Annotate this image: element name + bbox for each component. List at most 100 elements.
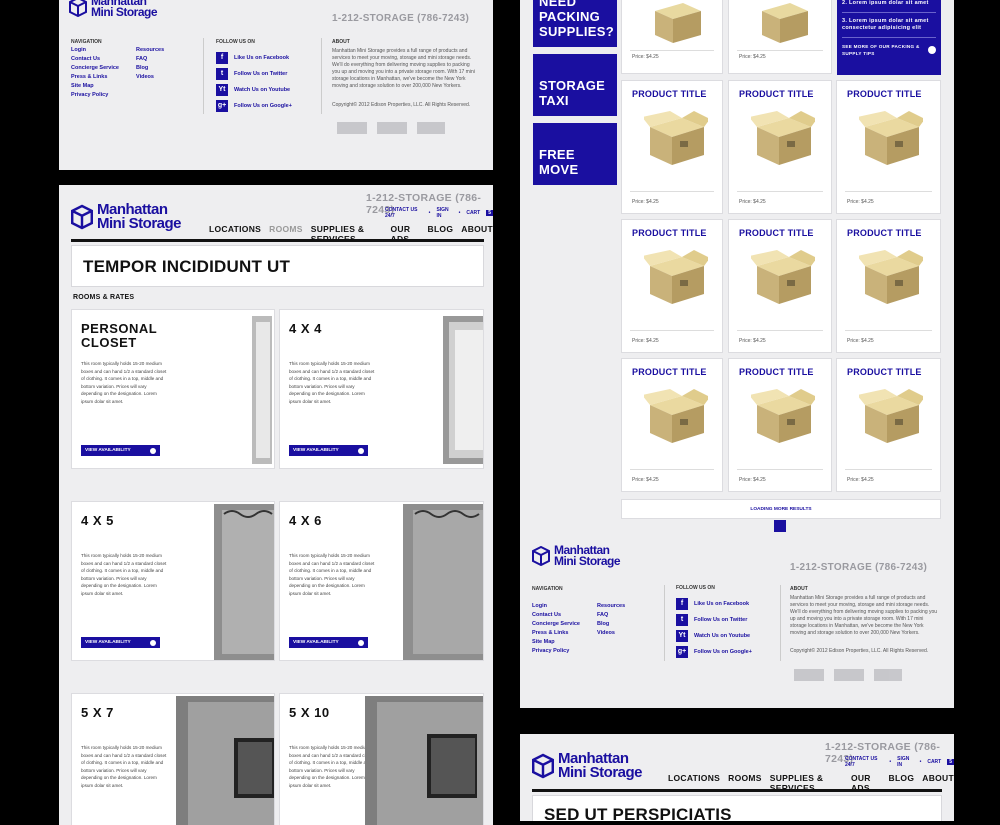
footer-link-blog[interactable]: Blog bbox=[136, 64, 164, 73]
footer-link-resources[interactable]: Resources bbox=[136, 46, 164, 55]
brand-logo[interactable]: Manhattan Mini Storage bbox=[71, 202, 182, 231]
logo-cube-icon bbox=[532, 546, 550, 567]
twitter-icon: t bbox=[676, 614, 688, 626]
product-card[interactable]: PRODUCT TITLE Price: $4.25 bbox=[621, 219, 723, 353]
footer-link-press[interactable]: Press & Links bbox=[532, 629, 580, 638]
footer-link-concierge[interactable]: Concierge Service bbox=[532, 620, 580, 629]
footer-link-sitemap[interactable]: Site Map bbox=[532, 638, 580, 647]
facebook-icon: f bbox=[676, 598, 688, 610]
footer-links-col2: Resources FAQ Blog Videos bbox=[136, 46, 164, 82]
room-name: 5 X 7 bbox=[81, 705, 114, 720]
product-card[interactable]: Price: $4.25 bbox=[728, 0, 832, 74]
product-price: Price: $4.25 bbox=[739, 199, 766, 205]
tip-item[interactable]: 3. Lorem ipsum dolar sit amet consectetu… bbox=[842, 18, 936, 32]
social-youtube[interactable]: Yt Watch Us on Youtube bbox=[676, 628, 752, 644]
about-text: Manhattan Mini Storage provides a full r… bbox=[790, 595, 938, 636]
brand-logo[interactable]: Manhattan Mini Storage bbox=[532, 751, 643, 780]
tips-more-link[interactable]: SEE MORE OF OUR PACKING & SUPPLY TIPS bbox=[842, 43, 936, 57]
cart-link[interactable]: CART bbox=[466, 210, 480, 216]
social-facebook[interactable]: f Like Us on Facebook bbox=[676, 596, 752, 612]
footer-link-contact[interactable]: Contact Us bbox=[71, 55, 119, 64]
footer-link-sitemap[interactable]: Site Map bbox=[71, 82, 119, 91]
phone-number[interactable]: 1-212-STORAGE (786-7243) bbox=[332, 13, 469, 24]
product-card[interactable]: PRODUCT TITLE Price: $4.25 bbox=[728, 219, 832, 353]
logo-cube-icon bbox=[71, 204, 93, 230]
cart-count-badge: 5 bbox=[486, 210, 493, 216]
footer-link-videos[interactable]: Videos bbox=[597, 629, 625, 638]
product-card[interactable]: PRODUCT TITLE Price: $4.25 bbox=[728, 80, 832, 214]
social-twitter[interactable]: t Follow Us on Twitter bbox=[216, 66, 292, 82]
contact-link[interactable]: CONTACT US 24/7 bbox=[845, 756, 883, 768]
cart-link[interactable]: CART bbox=[927, 759, 941, 765]
product-card[interactable]: PRODUCT TITLE Price: $4.25 bbox=[621, 80, 723, 214]
card-divider bbox=[737, 50, 823, 51]
card-divider bbox=[845, 191, 932, 192]
phone-number[interactable]: 1-212-STORAGE (786-7243) bbox=[790, 562, 927, 573]
loading-more-button[interactable]: LOADING MORE RESULTS bbox=[621, 499, 941, 519]
product-price: Price: $4.25 bbox=[632, 199, 659, 205]
product-card[interactable]: PRODUCT TITLE Price: $4.25 bbox=[836, 80, 941, 214]
card-divider bbox=[630, 50, 714, 51]
storage-room-image bbox=[443, 316, 483, 464]
tip-item[interactable]: 2. Lorem ipsum dolar sit amet bbox=[842, 0, 936, 7]
card-divider bbox=[737, 330, 823, 331]
view-availability-button[interactable]: VIEW AVAILABILITY bbox=[81, 637, 160, 648]
room-card[interactable]: 5 X 10 This room typically holds 15-20 m… bbox=[279, 693, 484, 825]
product-card[interactable]: PRODUCT TITLE Price: $4.25 bbox=[621, 358, 723, 492]
social-facebook[interactable]: f Like Us on Facebook bbox=[216, 50, 292, 66]
room-card[interactable]: 5 X 7 This room typically holds 15-20 me… bbox=[71, 693, 275, 825]
cardboard-box-image bbox=[751, 389, 815, 443]
room-card[interactable]: 4 X 5 This room typically holds 15-20 me… bbox=[71, 501, 275, 661]
partner-seals bbox=[337, 122, 445, 134]
social-googleplus[interactable]: g+ Follow Us on Google+ bbox=[216, 98, 292, 114]
footer-links-col2: Resources FAQ Blog Videos bbox=[597, 602, 625, 638]
social-twitter[interactable]: t Follow Us on Twitter bbox=[676, 612, 752, 628]
brand-logo[interactable]: Manhattan Mini Storage bbox=[69, 0, 158, 18]
contact-link[interactable]: CONTACT US 24/7 bbox=[385, 207, 423, 219]
footer-links-col1: Login Contact Us Concierge Service Press… bbox=[71, 46, 119, 100]
product-card[interactable]: PRODUCT TITLE Price: $4.25 bbox=[836, 358, 941, 492]
footer-link-faq[interactable]: FAQ bbox=[597, 611, 625, 620]
footer-link-press[interactable]: Press & Links bbox=[71, 73, 119, 82]
brand-logo[interactable]: Manhattan Mini Storage bbox=[532, 544, 621, 567]
tips-panel: 2. Lorem ipsum dolar sit amet 3. Lorem i… bbox=[837, 0, 941, 75]
tips-divider bbox=[842, 37, 936, 38]
back-to-top-button[interactable] bbox=[774, 520, 786, 532]
storage-room-image bbox=[365, 696, 483, 825]
product-card[interactable]: PRODUCT TITLE Price: $4.25 bbox=[728, 358, 832, 492]
footer-link-resources[interactable]: Resources bbox=[597, 602, 625, 611]
social-youtube[interactable]: Yt Watch Us on Youtube bbox=[216, 82, 292, 98]
room-card[interactable]: 4 X 4 This room typically holds 15-20 me… bbox=[279, 309, 484, 469]
googleplus-icon: g+ bbox=[216, 100, 228, 112]
footer-link-contact[interactable]: Contact Us bbox=[532, 611, 580, 620]
sign-in-link[interactable]: SIGN IN bbox=[436, 207, 452, 219]
footer-link-login[interactable]: Login bbox=[71, 46, 119, 55]
sign-in-link[interactable]: SIGN IN bbox=[897, 756, 913, 768]
view-availability-button[interactable]: VIEW AVAILABILITY bbox=[81, 445, 160, 456]
room-card[interactable]: 4 X 6 This room typically holds 15-20 me… bbox=[279, 501, 484, 661]
product-price: Price: $4.25 bbox=[847, 199, 874, 205]
room-card[interactable]: PERSONAL CLOSET This room typically hold… bbox=[71, 309, 275, 469]
footer-link-faq[interactable]: FAQ bbox=[136, 55, 164, 64]
footer-link-login[interactable]: Login bbox=[532, 602, 580, 611]
promo-free-move[interactable]: FREE MOVE bbox=[533, 123, 617, 185]
footer-link-privacy[interactable]: Privacy Policy bbox=[532, 647, 580, 656]
product-card[interactable]: PRODUCT TITLE Price: $4.25 bbox=[836, 219, 941, 353]
view-availability-button[interactable]: VIEW AVAILABILITY bbox=[289, 637, 368, 648]
footer-link-videos[interactable]: Videos bbox=[136, 73, 164, 82]
promo-storage-taxi[interactable]: STORAGE TAXI bbox=[533, 54, 617, 116]
view-availability-button[interactable]: VIEW AVAILABILITY bbox=[289, 445, 368, 456]
footer-link-blog[interactable]: Blog bbox=[597, 620, 625, 629]
twitter-icon: t bbox=[216, 68, 228, 80]
supplies-page-board: NEED PACKING SUPPLIES? STORAGE TAXI FREE… bbox=[520, 0, 954, 708]
footer-link-concierge[interactable]: Concierge Service bbox=[71, 64, 119, 73]
card-divider bbox=[737, 191, 823, 192]
product-card[interactable]: Price: $4.25 bbox=[621, 0, 723, 74]
footer-link-privacy[interactable]: Privacy Policy bbox=[71, 91, 119, 100]
divider bbox=[321, 38, 322, 114]
product-price: Price: $4.25 bbox=[739, 338, 766, 344]
promo-packing-supplies[interactable]: NEED PACKING SUPPLIES? bbox=[533, 0, 617, 47]
header-rule bbox=[532, 789, 942, 792]
social-googleplus[interactable]: g+ Follow Us on Google+ bbox=[676, 644, 752, 660]
product-price: Price: $4.25 bbox=[632, 338, 659, 344]
